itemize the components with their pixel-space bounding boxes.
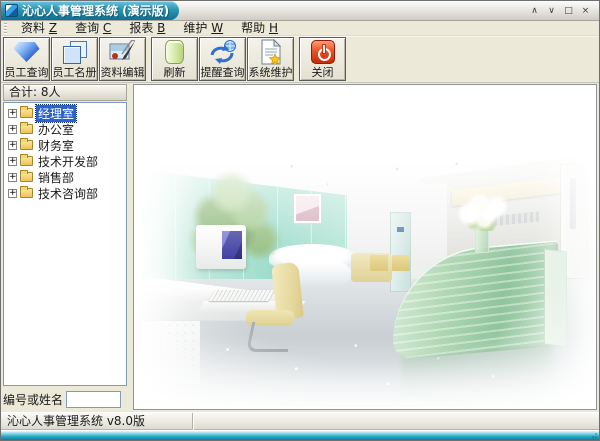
document-star-icon <box>248 38 293 66</box>
window-controls: ∧ ∨ □ × <box>528 1 599 20</box>
expand-icon[interactable]: + <box>8 141 17 150</box>
status-version-text: 沁心人事管理系统 v8.0版 <box>1 413 193 430</box>
title-tab: 沁心人事管理系统 (演示版) <box>1 1 179 20</box>
tree-item-finance-office[interactable]: + 财务室 <box>4 137 126 153</box>
total-count-header: 合计: 8人 <box>3 84 127 101</box>
menu-maintain[interactable]: 维护 W <box>174 21 232 36</box>
tree-item-manager-office[interactable]: + 经理室 <box>4 105 126 121</box>
power-icon <box>300 38 345 66</box>
folder-icon <box>20 156 33 166</box>
refresh-button[interactable]: 刷新 <box>151 37 198 81</box>
status-empty-panel <box>193 413 599 430</box>
department-tree: + 经理室 + 办公室 + 财务室 + 技术开发部 <box>3 102 127 386</box>
photo-vignette <box>136 87 594 407</box>
tree-item-sales[interactable]: + 销售部 <box>4 169 126 185</box>
folder-icon <box>20 108 33 118</box>
toolbar: 员工查询 员工名册 资料编辑 刷新 <box>1 36 599 83</box>
titlebar: 沁心人事管理系统 (演示版) ∧ ∨ □ × <box>1 1 599 21</box>
menu-data[interactable]: 资料 Z <box>12 21 66 36</box>
employee-search-input[interactable] <box>66 391 121 408</box>
expand-icon[interactable]: + <box>8 173 17 182</box>
reminder-query-button[interactable]: 提醒查询 <box>199 37 246 81</box>
statusbar: 沁心人事管理系统 v8.0版 <box>1 412 599 430</box>
menubar-grip[interactable] <box>4 23 7 34</box>
minimize-icon[interactable]: ∨ <box>545 5 558 17</box>
system-maintenance-button[interactable]: 系统维护 <box>247 37 294 81</box>
expand-icon[interactable]: + <box>8 189 17 198</box>
app-icon <box>5 4 18 17</box>
copy-icon <box>52 38 97 66</box>
sidebar: 合计: 8人 + 经理室 + 办公室 + 财务室 + <box>3 84 127 410</box>
menu-query[interactable]: 查询 C <box>66 21 120 36</box>
folder-icon <box>20 172 33 182</box>
search-label: 编号或姓名 <box>3 391 63 408</box>
resize-grip[interactable] <box>590 432 597 438</box>
menu-report[interactable]: 报表 B <box>120 21 174 36</box>
window-title: 沁心人事管理系统 (演示版) <box>22 2 169 19</box>
maximize-icon[interactable]: □ <box>562 5 575 17</box>
close-button[interactable]: 关闭 <box>299 37 346 81</box>
expand-icon[interactable]: + <box>8 157 17 166</box>
sync-globe-icon <box>200 38 245 66</box>
folder-icon <box>20 188 33 198</box>
rollup-icon[interactable]: ∧ <box>528 5 541 17</box>
reception-photo <box>136 87 594 407</box>
tree-item-office[interactable]: + 办公室 <box>4 121 126 137</box>
gem-icon <box>4 38 49 66</box>
search-row: 编号或姓名 <box>3 388 127 410</box>
menu-help[interactable]: 帮助 H <box>232 21 287 36</box>
window-bottom-frame <box>1 430 599 440</box>
edit-image-icon <box>100 38 145 66</box>
app-window: 沁心人事管理系统 (演示版) ∧ ∨ □ × 资料 Z 查询 C 报表 B 维护… <box>0 0 600 441</box>
folder-icon <box>20 124 33 134</box>
folder-icon <box>20 140 33 150</box>
menubar: 资料 Z 查询 C 报表 B 维护 W 帮助 H <box>1 21 599 36</box>
photo-panel <box>133 84 597 410</box>
expand-icon[interactable]: + <box>8 125 17 134</box>
main-area: 合计: 8人 + 经理室 + 办公室 + 财务室 + <box>1 83 599 412</box>
expand-icon[interactable]: + <box>8 109 17 118</box>
employee-query-button[interactable]: 员工查询 <box>3 37 50 81</box>
tree-item-tech-consulting[interactable]: + 技术咨询部 <box>4 185 126 201</box>
data-edit-button[interactable]: 资料编辑 <box>99 37 146 81</box>
refresh-box-icon <box>152 38 197 66</box>
close-window-icon[interactable]: × <box>579 5 592 17</box>
employee-roster-button[interactable]: 员工名册 <box>51 37 98 81</box>
tree-item-tech-development[interactable]: + 技术开发部 <box>4 153 126 169</box>
